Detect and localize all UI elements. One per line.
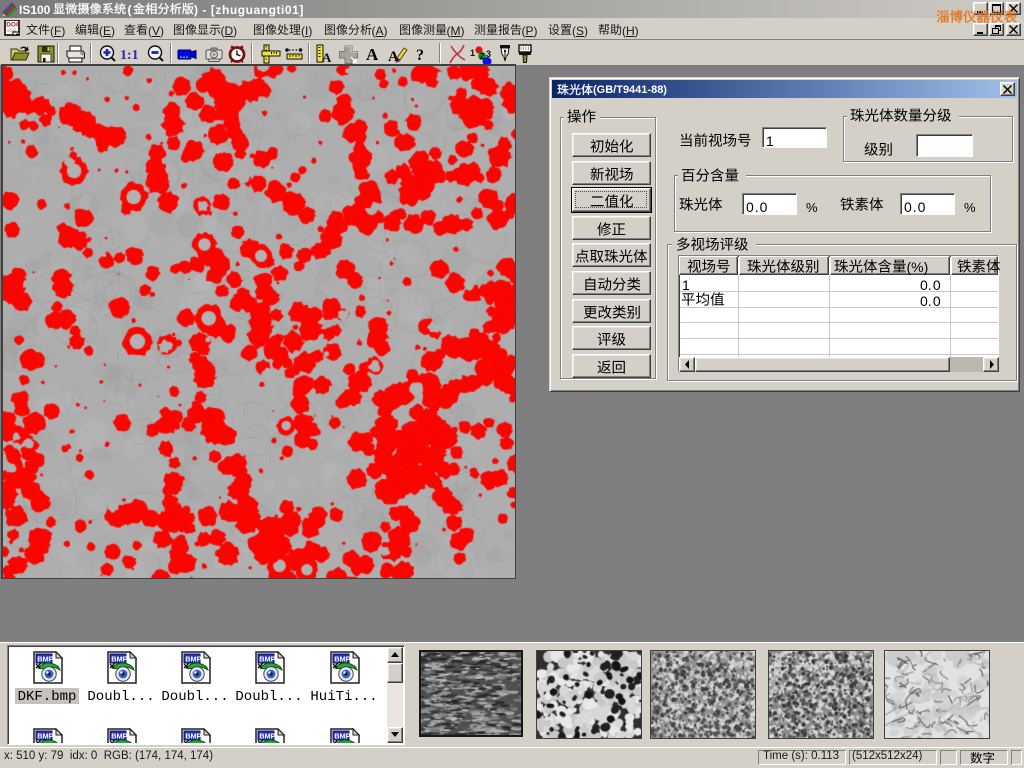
svg-text:BMP: BMP bbox=[111, 654, 127, 663]
svg-text:DOC: DOC bbox=[6, 22, 20, 29]
svg-text:BMP: BMP bbox=[185, 654, 201, 663]
svg-text:BMP: BMP bbox=[334, 731, 350, 740]
svg-text:?: ? bbox=[416, 47, 424, 64]
svg-text:BMP: BMP bbox=[334, 654, 350, 663]
svg-text:BMP: BMP bbox=[37, 654, 53, 663]
svg-text:BMP: BMP bbox=[185, 731, 201, 740]
svg-text:BMP: BMP bbox=[37, 731, 53, 740]
svg-text:BMP: BMP bbox=[111, 731, 127, 740]
svg-text:1:1: 1:1 bbox=[120, 48, 139, 63]
svg-text:BMP: BMP bbox=[259, 731, 275, 740]
svg-text:BMP: BMP bbox=[259, 654, 275, 663]
svg-text:1: 1 bbox=[470, 48, 475, 58]
svg-text:A: A bbox=[366, 45, 379, 64]
svg-text:A: A bbox=[322, 50, 332, 64]
